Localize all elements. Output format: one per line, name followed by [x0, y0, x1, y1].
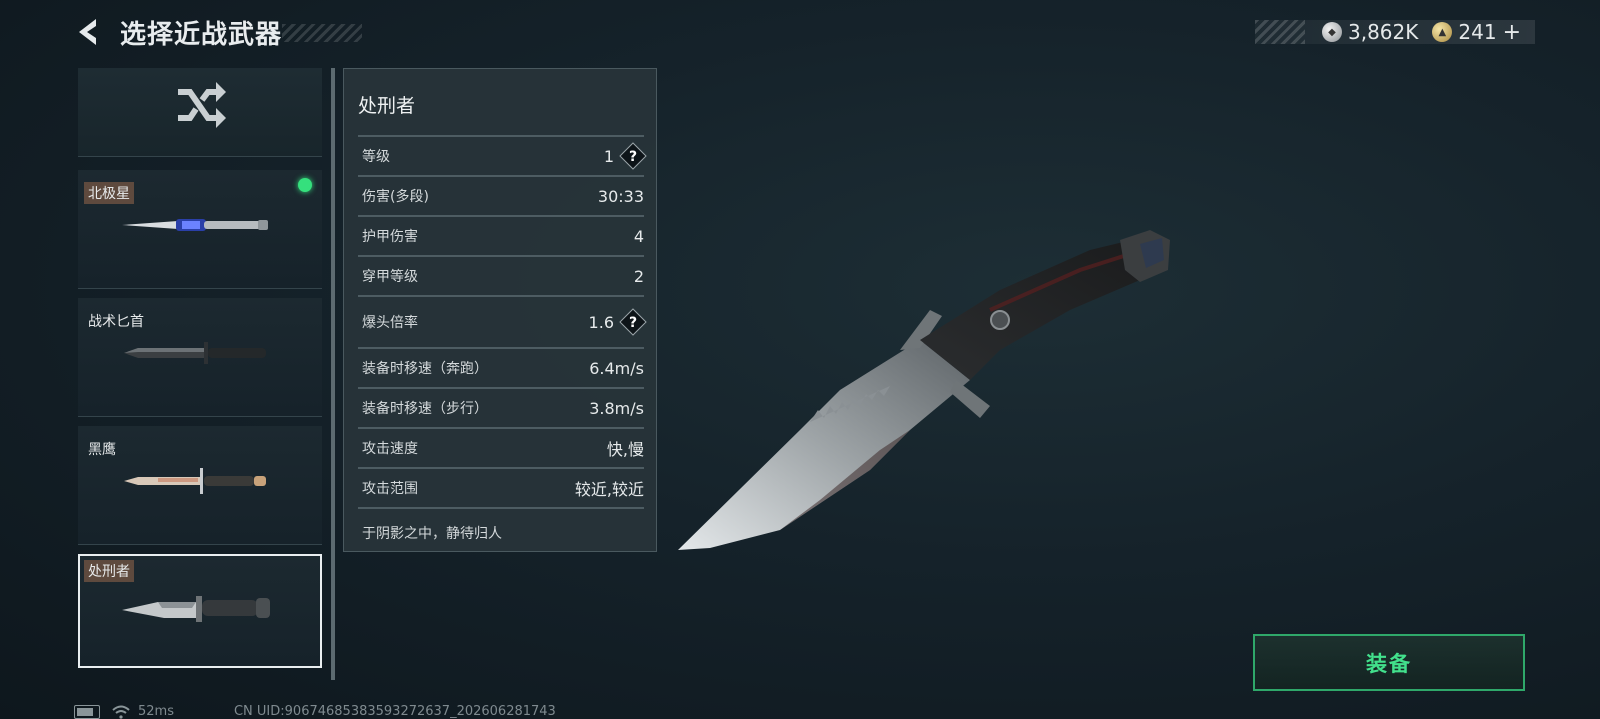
help-icon[interactable]: ?	[619, 142, 647, 170]
battery-icon	[74, 704, 100, 719]
stat-row-damage: 伤害(多段) 30:33	[358, 175, 644, 215]
executioner-knife-icon	[122, 596, 270, 622]
add-currency-button[interactable]: +	[1503, 20, 1521, 45]
weapon-name: 北极星	[84, 182, 134, 204]
weapon-name: 处刑者	[84, 560, 134, 582]
back-arrow-icon[interactable]	[74, 16, 104, 48]
stat-row-attack-speed: 攻击速度 快,慢	[358, 427, 644, 467]
stat-row-penetration: 穿甲等级 2	[358, 255, 644, 295]
list-scrollbar[interactable]	[331, 68, 335, 680]
svg-text:?: ?	[629, 149, 637, 165]
stat-row-run-speed: 装备时移速（奔跑） 6.4m/s	[358, 347, 644, 387]
stat-label: 伤害(多段)	[362, 189, 429, 205]
weapon-card-executioner[interactable]: 处刑者	[78, 554, 322, 668]
stat-label: 装备时移速（奔跑）	[362, 361, 488, 377]
weapon-description: 于阴影之中，静待归人	[362, 526, 502, 542]
title-decoration	[282, 24, 362, 42]
silver-coin-icon: ◆	[1322, 22, 1342, 42]
random-weapon-button[interactable]	[78, 68, 322, 157]
stat-value: 30:33	[597, 186, 644, 206]
shuffle-icon	[178, 82, 226, 128]
stat-row-attack-range: 攻击范围 较近,较近	[358, 467, 644, 509]
stat-value: 6.4m/s	[589, 358, 644, 378]
weapon-card-tactical-dagger[interactable]: 战术匕首	[78, 298, 322, 417]
stat-label: 攻击速度	[362, 441, 418, 457]
executioner-knife-preview[interactable]	[670, 230, 1190, 570]
weapon-card-black-hawk[interactable]: 黑鹰	[78, 426, 322, 545]
stat-row-walk-speed: 装备时移速（步行） 3.8m/s	[358, 387, 644, 427]
gold-coin-amount: 241	[1458, 20, 1497, 44]
equip-button-label: 装备	[1366, 651, 1412, 676]
weapon-name: 黑鹰	[88, 442, 116, 458]
gold-coin-icon: ▲	[1432, 22, 1453, 42]
weapon-title: 处刑者	[358, 95, 416, 117]
silver-coin-amount: 3,862K	[1348, 20, 1419, 44]
ping-value: 52ms	[138, 704, 174, 719]
help-icon[interactable]: ?	[619, 308, 647, 336]
stat-label: 护甲伤害	[362, 229, 418, 245]
polaris-knife-icon	[122, 219, 268, 231]
stat-value: 2	[633, 266, 644, 286]
weapon-details-panel: 处刑者 等级 1 ? 伤害(多段) 30:33 护甲伤害 4 穿甲等级 2 爆头…	[343, 68, 657, 552]
weapon-name: 战术匕首	[88, 314, 144, 330]
stat-label: 穿甲等级	[362, 269, 418, 285]
status-bar: 52ms CN UID:906746853835932726​37_202606…	[74, 704, 556, 719]
wifi-icon	[112, 705, 130, 719]
stat-value: 4	[633, 226, 644, 246]
stat-value: 较近,较近	[574, 480, 644, 499]
svg-text:?: ?	[629, 315, 637, 331]
stat-row-level: 等级 1 ?	[358, 135, 647, 175]
stat-value: 3.8m/s	[589, 398, 644, 418]
black-hawk-knife-icon	[124, 468, 266, 494]
equipped-indicator-icon	[298, 178, 312, 192]
currency-bar: ◆ 3,862K ▲ 241 +	[1255, 20, 1535, 45]
stat-value: 1.6	[588, 312, 614, 332]
currency-decoration	[1255, 20, 1305, 44]
stat-label: 等级	[362, 149, 390, 165]
stat-label: 装备时移速（步行）	[362, 401, 488, 417]
stat-row-headshot: 爆头倍率 1.6 ?	[358, 295, 647, 347]
weapon-list[interactable]: 北极星 战术匕首 黑鹰 处刑者	[78, 68, 322, 680]
stat-label: 攻击范围	[362, 481, 418, 497]
player-uid: CN UID:906746853835932726​37_20260628174…	[233, 704, 556, 719]
weapon-card-polaris[interactable]: 北极星	[78, 170, 322, 289]
page-title: 选择近战武器	[120, 20, 283, 50]
stat-row-armor-damage: 护甲伤害 4	[358, 215, 644, 255]
stat-value: 快,慢	[606, 440, 644, 459]
equip-button[interactable]: 装备	[1253, 634, 1525, 691]
stat-value: 1	[603, 146, 614, 166]
stat-label: 爆头倍率	[362, 315, 418, 331]
tactical-dagger-icon	[124, 342, 266, 364]
